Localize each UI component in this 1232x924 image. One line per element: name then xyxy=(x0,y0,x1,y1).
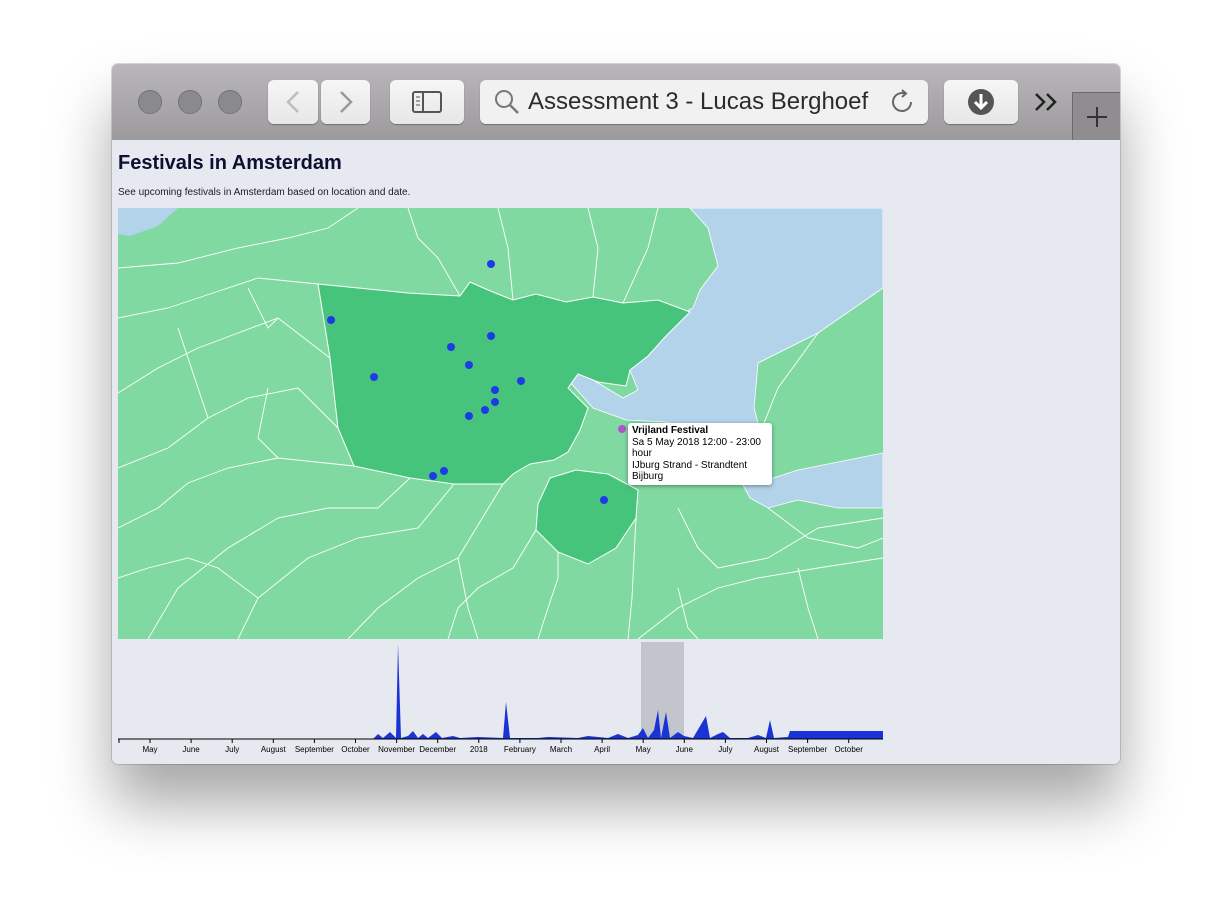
search-icon xyxy=(495,90,519,114)
address-bar[interactable]: Assessment 3 - Lucas Berghoef xyxy=(480,80,928,124)
timeline-month-label: December xyxy=(419,745,456,754)
sidebar-button[interactable] xyxy=(390,80,464,124)
timeline-month-label: July xyxy=(225,745,239,754)
timeline-month-label: February xyxy=(504,745,536,754)
festival-dot[interactable] xyxy=(429,472,437,480)
chevron-right-icon xyxy=(339,91,353,113)
back-button[interactable] xyxy=(268,80,318,124)
timeline-chart[interactable]: May June July August September October Novembe… xyxy=(118,642,883,762)
more-toolbar-button[interactable] xyxy=(1034,90,1060,119)
festival-dot[interactable] xyxy=(491,386,499,394)
timeline-month-label: November xyxy=(378,745,415,754)
tooltip-unit: hour xyxy=(632,448,653,459)
chevron-double-right-icon xyxy=(1035,93,1057,111)
festival-dot[interactable] xyxy=(491,398,499,406)
festival-dot[interactable] xyxy=(327,316,335,324)
downloads-button[interactable] xyxy=(944,80,1018,124)
timeline-month-label: October xyxy=(341,745,370,754)
timeline-month-label: April xyxy=(594,745,610,754)
festival-dot[interactable] xyxy=(370,373,378,381)
page-title: Festivals in Amsterdam xyxy=(118,152,342,174)
download-icon xyxy=(968,89,994,115)
timeline-month-label: August xyxy=(261,745,287,754)
festival-dot[interactable] xyxy=(465,412,473,420)
plus-icon xyxy=(1087,107,1107,127)
timeline-month-label: September xyxy=(295,745,334,754)
zoom-window-button[interactable] xyxy=(218,90,242,114)
timeline-month-label: 2018 xyxy=(470,745,488,754)
page-content: Festivals in Amsterdam See upcoming fest… xyxy=(112,140,1120,764)
timeline-month-label: August xyxy=(754,745,780,754)
timeline-month-label: October xyxy=(834,745,863,754)
timeline-brush[interactable] xyxy=(641,642,684,739)
festival-tooltip: Vrijland Festival Sa 5 May 2018 12:00 - … xyxy=(628,423,772,485)
timeline-month-label: May xyxy=(142,745,157,754)
festival-dot[interactable] xyxy=(465,361,473,369)
festival-dot[interactable] xyxy=(487,260,495,268)
timeline-svg: May June July August September October Novembe… xyxy=(118,642,883,754)
month-ticks: May June July August September October Novembe… xyxy=(118,739,863,754)
festival-dot[interactable] xyxy=(487,332,495,340)
tooltip-location: IJburg Strand - Strandtent Bijburg xyxy=(632,459,748,483)
new-tab-button[interactable] xyxy=(1072,92,1120,141)
timeline-month-label: July xyxy=(718,745,732,754)
close-window-button[interactable] xyxy=(138,90,162,114)
festival-dot[interactable] xyxy=(440,467,448,475)
timeline-month-label: June xyxy=(182,745,200,754)
timeline-month-label: May xyxy=(636,745,651,754)
festival-dot-highlighted[interactable] xyxy=(618,425,626,433)
page-subtitle: See upcoming festivals in Amsterdam base… xyxy=(118,187,411,198)
festival-dot[interactable] xyxy=(600,496,608,504)
tooltip-date: Sa 5 May 2018 12:00 - 23:00 xyxy=(632,436,761,448)
forward-button[interactable] xyxy=(321,80,370,124)
sidebar-icon xyxy=(412,91,442,113)
tooltip-festival-name: Vrijland Festival xyxy=(632,425,709,436)
timeline-month-label: June xyxy=(676,745,694,754)
browser-toolbar: Assessment 3 - Lucas Berghoef xyxy=(112,64,1120,141)
festival-dot[interactable] xyxy=(517,377,525,385)
browser-window: Assessment 3 - Lucas Berghoef Festivals … xyxy=(112,64,1120,764)
minimize-window-button[interactable] xyxy=(178,90,202,114)
chevron-left-icon xyxy=(286,91,299,113)
address-text: Assessment 3 - Lucas Berghoef xyxy=(528,88,869,115)
festival-dot[interactable] xyxy=(447,343,455,351)
reload-icon[interactable] xyxy=(890,89,916,115)
timeline-month-label: March xyxy=(550,745,572,754)
timeline-month-label: September xyxy=(788,745,827,754)
festival-dot[interactable] xyxy=(481,406,489,414)
festival-frequency-area xyxy=(118,644,883,739)
